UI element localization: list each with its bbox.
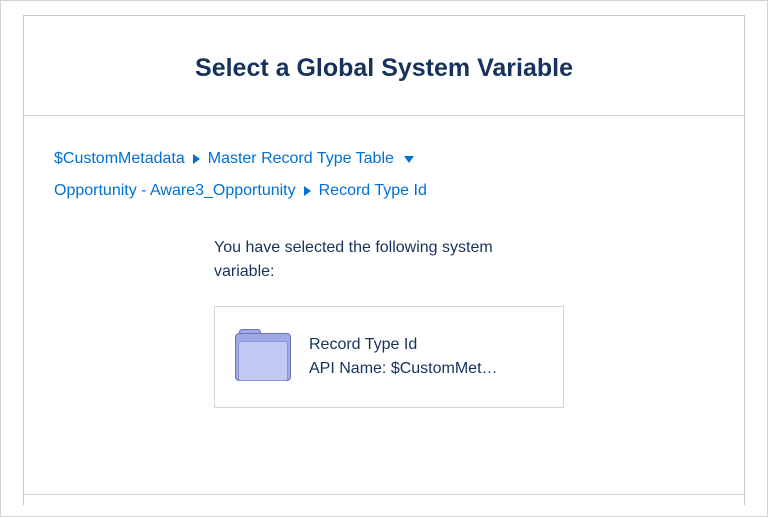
breadcrumb-row-2: Opportunity - Aware3_Opportunity Record … xyxy=(54,182,714,200)
selected-variable-api: API Name: $CustomMet… xyxy=(309,357,498,381)
breadcrumb-row-1: $CustomMetadata Master Record Type Table xyxy=(54,150,714,168)
dialog-panel: Select a Global System Variable $CustomM… xyxy=(23,15,745,505)
selected-intro-text: You have selected the following system v… xyxy=(214,236,534,284)
selected-block: You have selected the following system v… xyxy=(214,236,714,408)
chevron-right-icon xyxy=(193,154,200,164)
folder-icon xyxy=(235,329,291,385)
chevron-right-icon xyxy=(304,186,311,196)
selected-variable-card: Record Type Id API Name: $CustomMet… xyxy=(214,306,564,408)
chevron-down-icon[interactable] xyxy=(404,156,414,163)
crumb-record-type-id[interactable]: Record Type Id xyxy=(319,182,427,200)
dialog-footer xyxy=(24,494,744,516)
crumb-opportunity-aware3[interactable]: Opportunity - Aware3_Opportunity xyxy=(54,182,296,200)
selected-variable-label: Record Type Id xyxy=(309,333,498,357)
selected-variable-text: Record Type Id API Name: $CustomMet… xyxy=(309,333,498,381)
crumb-custommetadata[interactable]: $CustomMetadata xyxy=(54,150,185,168)
dialog-header: Select a Global System Variable xyxy=(24,16,744,116)
dialog-title: Select a Global System Variable xyxy=(44,54,724,83)
dialog-body: $CustomMetadata Master Record Type Table… xyxy=(24,116,744,428)
crumb-master-record-type-table[interactable]: Master Record Type Table xyxy=(208,150,394,168)
window-frame: Select a Global System Variable $CustomM… xyxy=(0,0,768,517)
